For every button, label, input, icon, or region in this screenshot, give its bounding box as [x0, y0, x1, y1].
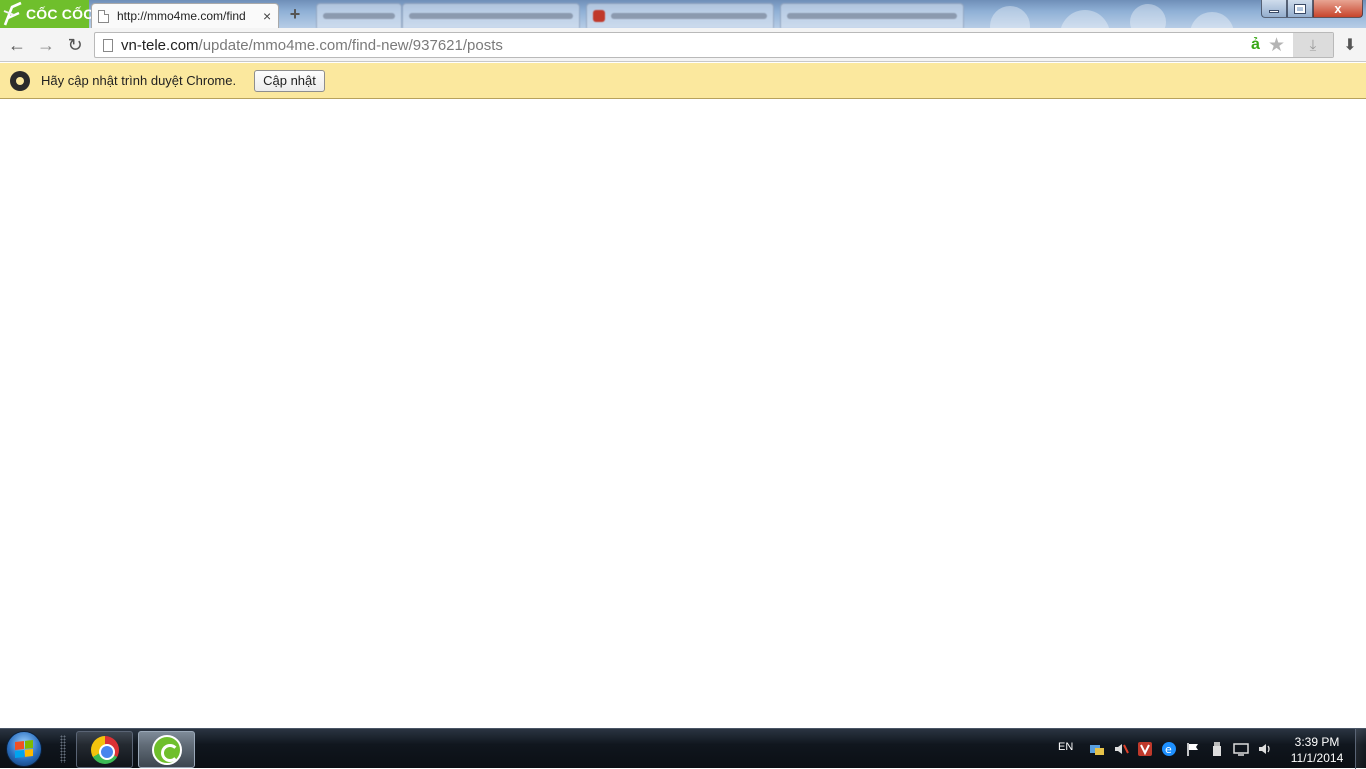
url-host: vn-tele.com: [121, 36, 199, 54]
blurred-tab-title: [787, 13, 957, 19]
volume-muted-icon[interactable]: [1112, 740, 1130, 758]
infobar-message: Hãy cập nhật trình duyệt Chrome.: [41, 73, 237, 88]
minimize-icon: [1269, 10, 1279, 13]
clock-date: 11/1/2014: [1290, 751, 1344, 765]
page-content[interactable]: [0, 100, 1366, 728]
savior-download-button[interactable]: ⤓: [1293, 33, 1333, 57]
blurred-tab-title: [611, 13, 767, 19]
show-desktop-button[interactable]: [1355, 729, 1366, 769]
monitor-icon[interactable]: [1232, 740, 1250, 758]
reload-button[interactable]: ↻: [64, 34, 86, 56]
tab-background-1[interactable]: [316, 3, 402, 28]
chrome-icon: [90, 735, 119, 764]
minimize-button[interactable]: [1261, 0, 1287, 18]
tab-background-4[interactable]: [780, 3, 964, 28]
clock-time: 3:39 PM: [1294, 735, 1340, 749]
coccoc-icon: [151, 734, 182, 765]
coccoc-dictionary-icon[interactable]: ả: [1251, 36, 1260, 54]
system-tray: e: [1088, 739, 1274, 759]
taskbar-chrome[interactable]: [76, 731, 133, 768]
close-tab-icon[interactable]: ×: [263, 9, 271, 23]
download-tray-icon: ⤓: [1309, 36, 1317, 54]
arrow-right-icon: →: [37, 34, 55, 55]
windows-orb-icon: [6, 731, 42, 767]
tab-background-2[interactable]: [402, 3, 580, 28]
chrome-icon: [10, 70, 30, 91]
speaker-icon[interactable]: [1256, 740, 1274, 758]
page-icon: [103, 38, 113, 52]
address-bar[interactable]: vn-tele.com/update/mmo4me.com/find-new/9…: [94, 32, 1334, 58]
tab-background-3[interactable]: [586, 3, 774, 28]
restore-icon: [1294, 3, 1306, 14]
update-button[interactable]: Cập nhật: [254, 69, 325, 92]
coccoc-logo-icon: [2, 1, 24, 27]
close-window-button[interactable]: x: [1313, 0, 1363, 18]
language-indicator[interactable]: EN: [1058, 741, 1073, 753]
tab-title: http://mmo4me.com/find: [117, 9, 246, 23]
svg-text:e: e: [1165, 743, 1172, 756]
windows-taskbar: EN e 3:39 PM 11/1/2014: [0, 728, 1366, 769]
download-icon: ⬇: [1343, 37, 1357, 54]
blurred-tab-title: [323, 13, 395, 19]
blurred-tab-title: [409, 13, 573, 19]
v-app-icon[interactable]: [1136, 740, 1154, 758]
arrow-left-icon: ←: [8, 34, 26, 55]
update-infobar: Hãy cập nhật trình duyệt Chrome. Cập nhậ…: [0, 63, 1366, 99]
reload-icon: ↻: [67, 34, 83, 55]
brand-name: CỐC CỐC: [26, 6, 94, 22]
browser-titlebar: CỐC CỐC http://mmo4me.com/find × + x: [0, 0, 1366, 28]
browser-toolbar: ← → ↻ vn-tele.com/update/mmo4me.com/find…: [0, 28, 1366, 62]
forward-button[interactable]: →: [35, 34, 57, 56]
downloads-button[interactable]: ⬇: [1340, 35, 1360, 55]
back-button[interactable]: ←: [6, 34, 28, 56]
system-clock[interactable]: 3:39 PM 11/1/2014: [1282, 734, 1352, 766]
url-text[interactable]: vn-tele.com/update/mmo4me.com/find-new/9…: [121, 37, 503, 54]
new-tab-button[interactable]: +: [284, 4, 306, 24]
tab-active[interactable]: http://mmo4me.com/find ×: [91, 3, 279, 28]
ie-icon[interactable]: e: [1160, 740, 1178, 758]
coccoc-brand-logo[interactable]: CỐC CỐC: [0, 0, 93, 28]
close-icon: x: [1334, 1, 1342, 16]
taskbar-coccoc[interactable]: [138, 731, 195, 768]
bookmark-star-icon[interactable]: ★: [1268, 34, 1285, 57]
flag-icon[interactable]: [1184, 740, 1202, 758]
page-icon: [98, 9, 109, 23]
network-icon[interactable]: [1088, 740, 1106, 758]
maximize-button[interactable]: [1287, 0, 1313, 18]
omnibox-actions: ả ★ ⤓: [1251, 33, 1333, 57]
youtube-icon: [593, 10, 605, 22]
url-path: /update/mmo4me.com/find-new/937621/posts: [198, 36, 503, 54]
usb-icon[interactable]: [1208, 740, 1226, 758]
taskbar-grip: [60, 735, 66, 763]
start-button[interactable]: [6, 731, 46, 767]
